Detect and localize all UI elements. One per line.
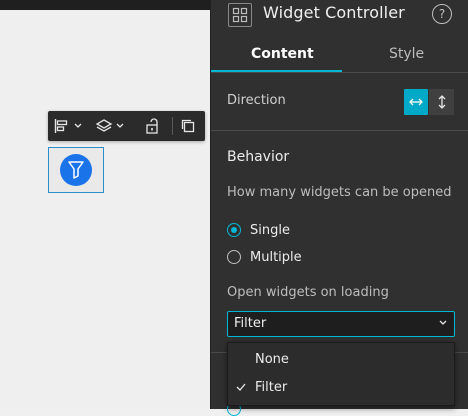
option-label: None — [255, 352, 289, 367]
radio-multiple[interactable]: Multiple — [227, 248, 302, 266]
layers-button[interactable] — [88, 111, 132, 141]
lock-button[interactable] — [132, 111, 172, 141]
select-value: Filter — [234, 316, 267, 331]
direction-vertical-button[interactable] — [429, 89, 454, 115]
radio-button[interactable] — [227, 250, 241, 264]
widget-controller-icon — [228, 3, 252, 27]
behavior-heading: Behavior — [227, 149, 290, 165]
dropdown-option-filter[interactable]: Filter — [228, 373, 454, 401]
align-icon — [54, 119, 67, 133]
radio-button-checked[interactable] — [227, 223, 241, 237]
dropdown-option-none[interactable]: None — [228, 345, 454, 373]
filter-icon — [68, 161, 84, 179]
tab-style[interactable]: Style — [389, 46, 424, 62]
option-label: Filter — [255, 380, 288, 395]
layers-icon — [95, 119, 113, 132]
duplicate-button[interactable] — [173, 111, 203, 141]
direction-label: Direction — [227, 93, 286, 108]
radio-single[interactable]: Single — [227, 221, 290, 239]
help-icon[interactable]: ? — [432, 4, 452, 24]
vertical-arrows-icon — [438, 95, 445, 109]
panel-title: Widget Controller — [263, 3, 405, 22]
radio-single-label: Single — [250, 222, 290, 238]
select-dropdown-menu: None Filter — [227, 342, 455, 406]
active-tab-indicator — [211, 70, 342, 72]
direction-horizontal-button[interactable] — [404, 89, 428, 115]
chevron-down-icon — [439, 320, 447, 325]
align-button[interactable] — [48, 111, 88, 141]
checkmark-icon — [236, 383, 246, 391]
how-many-label: How many widgets can be opened — [227, 185, 452, 200]
chevron-down-icon — [116, 123, 124, 128]
selected-widget[interactable] — [48, 147, 104, 193]
chevron-down-icon — [74, 123, 81, 128]
panel-tabs: Content Style — [211, 40, 468, 73]
direction-section: Direction — [211, 73, 468, 131]
duplicate-icon — [181, 119, 195, 133]
widget-toolbar — [48, 111, 205, 141]
builder-canvas[interactable] — [0, 10, 210, 409]
open-widgets-select[interactable]: Filter — [227, 311, 455, 337]
open-on-loading-label: Open widgets on loading — [227, 285, 389, 300]
panel-header: Widget Controller ? — [211, 0, 468, 30]
widget-controller-button[interactable] — [60, 154, 92, 186]
tab-content[interactable]: Content — [251, 46, 314, 62]
radio-multiple-label: Multiple — [250, 249, 302, 265]
horizontal-arrows-icon — [409, 98, 423, 106]
unlock-icon — [146, 118, 158, 134]
